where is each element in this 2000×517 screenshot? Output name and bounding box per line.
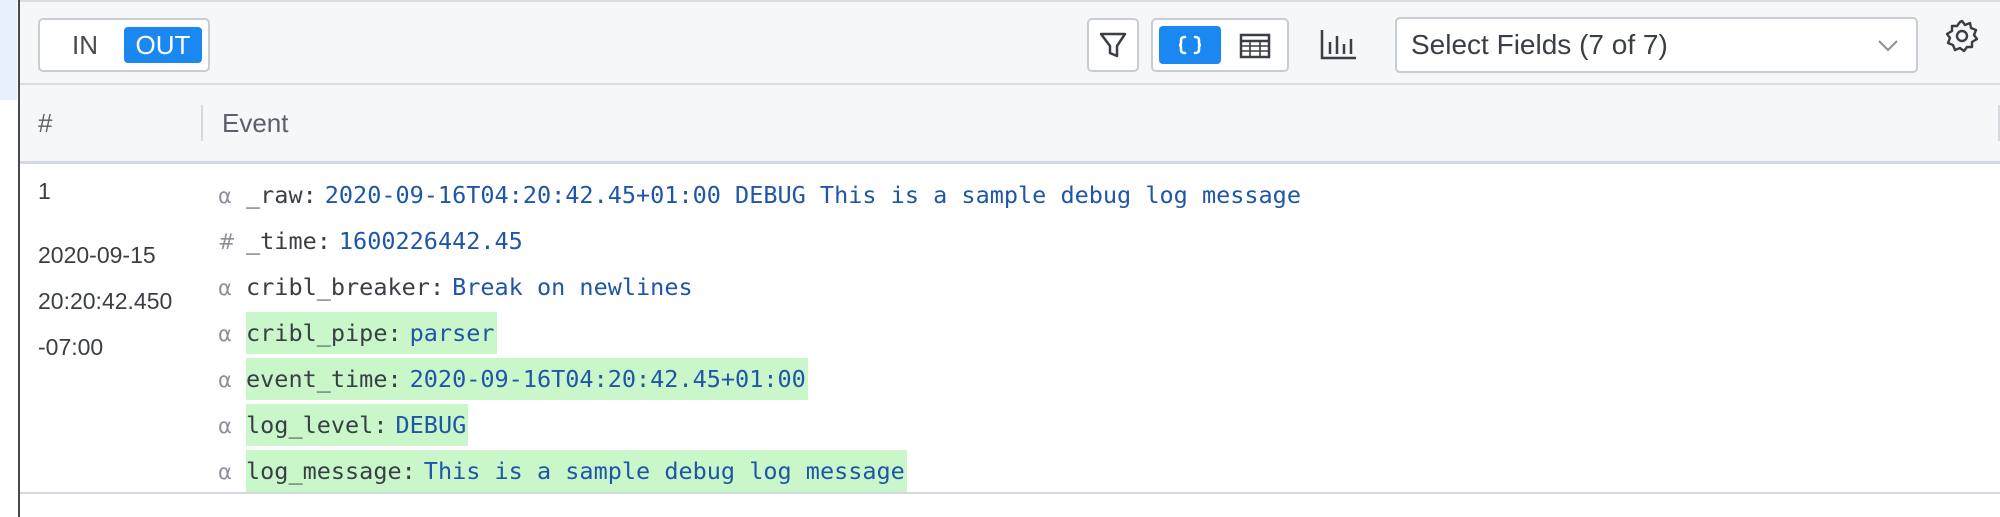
field-raw: α _raw: 2020-09-16T04:20:42.45+01:00 DEBUG… bbox=[218, 174, 1303, 216]
event-index: 1 bbox=[38, 178, 51, 204]
event-column-header: Event bbox=[222, 108, 289, 138]
string-type-icon: α bbox=[218, 276, 232, 300]
filter-button[interactable] bbox=[1087, 18, 1139, 72]
field-name[interactable]: _time bbox=[246, 227, 317, 255]
json-view-button[interactable] bbox=[1159, 26, 1221, 64]
field-name[interactable]: log_message bbox=[246, 457, 402, 485]
filter-funnel-icon bbox=[1099, 32, 1127, 58]
toggle-in-button[interactable]: IN bbox=[50, 27, 120, 63]
timestamp-date: 2020-09-15 bbox=[38, 242, 156, 268]
left-pane-edge bbox=[0, 0, 20, 517]
field-value[interactable]: This is a sample debug log message bbox=[424, 457, 905, 485]
gear-icon[interactable] bbox=[1944, 18, 1980, 54]
number-type-icon: # bbox=[218, 230, 236, 254]
field-value[interactable]: parser bbox=[410, 319, 495, 347]
left-pane-selection bbox=[0, 0, 17, 100]
timestamp-tz: -07:00 bbox=[38, 334, 104, 360]
field-name[interactable]: log_level bbox=[246, 411, 373, 439]
index-column-header: # bbox=[38, 108, 53, 138]
field-time: # _time: 1600226442.45 bbox=[218, 220, 525, 262]
view-mode-toggle bbox=[1151, 18, 1289, 72]
chevron-down-icon bbox=[1878, 40, 1898, 52]
string-type-icon: α bbox=[218, 184, 232, 208]
field-name[interactable]: cribl_pipe bbox=[246, 319, 387, 347]
string-type-icon: α bbox=[218, 414, 232, 438]
chart-view-button[interactable] bbox=[1316, 22, 1360, 66]
preview-toolbar: IN OUT Select Fields (7 of 7) bbox=[20, 0, 2000, 85]
select-fields-dropdown[interactable]: Select Fields (7 of 7) bbox=[1395, 17, 1918, 73]
field-value[interactable]: 1600226442.45 bbox=[339, 227, 523, 255]
field-value[interactable]: 2020-09-16T04:20:42.45+01:00 DEBUG This … bbox=[325, 181, 1301, 209]
capture-panel: IN OUT Select Fields (7 of 7) # Event 1 … bbox=[0, 0, 2000, 517]
toggle-out-button[interactable]: OUT bbox=[124, 27, 202, 63]
preview-panel: IN OUT Select Fields (7 of 7) # Event 1 … bbox=[20, 0, 2000, 517]
table-header: # Event bbox=[20, 85, 2000, 164]
column-divider[interactable] bbox=[201, 105, 203, 141]
string-type-icon: α bbox=[218, 460, 232, 484]
field-value[interactable]: 2020-09-16T04:20:42.45+01:00 bbox=[410, 365, 806, 393]
field-name[interactable]: event_time bbox=[246, 365, 387, 393]
table-view-button[interactable] bbox=[1227, 26, 1283, 64]
field-value[interactable]: Break on newlines bbox=[452, 273, 693, 301]
timestamp-time: 20:20:42.450 bbox=[38, 288, 173, 314]
event-timestamp: 2020-09-15 20:20:42.450 -07:00 bbox=[38, 232, 172, 370]
field-log-message: α log_message: This is a sample debug log … bbox=[218, 450, 907, 492]
field-cribl-breaker: α cribl_breaker: Break on newlines bbox=[218, 266, 695, 308]
field-log-level: α log_level: DEBUG bbox=[218, 404, 469, 446]
field-event-time: α event_time: 2020-09-16T04:20:42.45+01:00 bbox=[218, 358, 808, 400]
field-name[interactable]: cribl_breaker bbox=[246, 273, 430, 301]
string-type-icon: α bbox=[218, 368, 232, 392]
field-name[interactable]: _raw bbox=[246, 181, 303, 209]
field-cribl-pipe: α cribl_pipe: parser bbox=[218, 312, 497, 354]
bar-chart-icon bbox=[1320, 30, 1356, 60]
table-icon bbox=[1239, 33, 1271, 59]
select-fields-label: Select Fields (7 of 7) bbox=[1411, 29, 1668, 60]
table-row[interactable]: 1 2020-09-15 20:20:42.450 -07:00 α _raw: 2… bbox=[20, 164, 2000, 494]
string-type-icon: α bbox=[218, 322, 232, 346]
field-value[interactable]: DEBUG bbox=[396, 411, 467, 439]
json-braces-icon bbox=[1178, 35, 1202, 55]
in-out-toggle: IN OUT bbox=[38, 18, 210, 72]
